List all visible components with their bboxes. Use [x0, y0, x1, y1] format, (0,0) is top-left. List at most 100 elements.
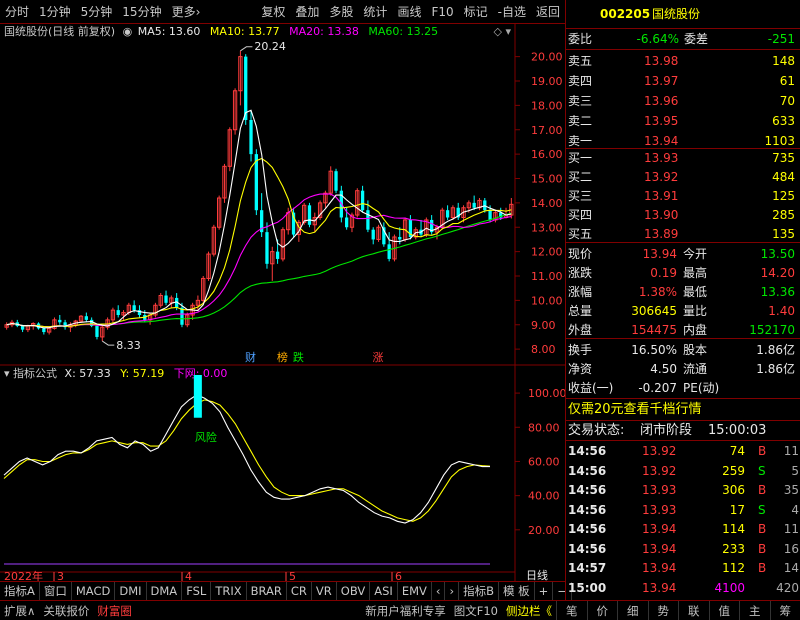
price-tick-label: 8.00: [531, 343, 556, 356]
buy-price[interactable]: 13.92: [644, 167, 678, 187]
event-marker-2[interactable]: 跌: [293, 350, 304, 364]
indicator-tab-5[interactable]: FSL: [182, 581, 212, 600]
candle-body: [95, 325, 99, 337]
stat-value: 13.94: [642, 247, 677, 261]
indicator-tab-0[interactable]: 指标A: [0, 581, 40, 600]
sell-price[interactable]: 13.97: [644, 71, 678, 91]
toolbar-right-2[interactable]: 多股: [324, 0, 358, 24]
promo-link[interactable]: 仅需20元查看千档行情: [568, 400, 702, 420]
status-right-1[interactable]: 图文F10: [450, 601, 502, 620]
indicator-tab-12[interactable]: EMV: [398, 581, 432, 600]
indicator-tab-9[interactable]: VR: [312, 581, 337, 600]
buy-price[interactable]: 13.91: [644, 186, 678, 206]
tick-row: 14:57 13.94 112 B 14: [566, 558, 800, 578]
tick-count: 420: [776, 580, 799, 595]
event-marker-1[interactable]: 榜: [277, 350, 288, 364]
status-left-2[interactable]: 财富圈: [93, 601, 136, 620]
tick-time: 14:57: [568, 561, 607, 575]
month-label: 6: [395, 570, 402, 581]
indicator-tab-15[interactable]: 指标B: [459, 581, 499, 600]
side-tab-1[interactable]: 价: [586, 600, 618, 620]
sell-row: 卖四 13.97 61: [566, 71, 800, 91]
fin-value: 1.86亿: [756, 362, 795, 376]
side-tab-4[interactable]: 联: [678, 600, 709, 620]
side-tab-5[interactable]: 值: [708, 600, 740, 620]
side-tab-7[interactable]: 筹: [769, 600, 800, 620]
indicator-tab-13[interactable]: ‹: [432, 581, 446, 600]
side-tab-2[interactable]: 细: [617, 600, 648, 620]
candle-body: [180, 307, 184, 325]
toolbar-right-7[interactable]: -自选: [493, 0, 531, 24]
event-marker-3[interactable]: 涨: [373, 351, 384, 364]
fin-row: 收益(一) -0.207 PE(动): [566, 378, 800, 398]
indicator-tabs: 指标A 窗口 MACD DMI DMA FSL TRIX BRAR CR VR OBV ASI EMV ‹…: [0, 581, 572, 600]
status-left-1[interactable]: 关联报价: [39, 601, 93, 620]
fin-value: 16.50%: [631, 343, 677, 357]
toolbar-right-0[interactable]: 复权: [256, 0, 290, 24]
webi-value: -6.64%: [636, 32, 679, 46]
fin-label: 流通: [683, 362, 708, 376]
webc-label: 委差: [684, 32, 709, 46]
indicator-tab-10[interactable]: OBV: [337, 581, 371, 600]
indicator-tab-16[interactable]: 模 板: [499, 581, 535, 600]
indicator-tab-7[interactable]: BRAR: [247, 581, 287, 600]
indicator-tab-14[interactable]: ›: [445, 581, 460, 600]
sell-price[interactable]: 13.95: [644, 111, 678, 131]
sell-volume: 633: [772, 114, 795, 128]
candle-body: [488, 210, 492, 220]
trade-status-row: 交易状态: 闭市阶段 15:00:03: [566, 421, 800, 441]
toolbar-left-2[interactable]: 5分钟: [76, 0, 118, 24]
tick-time: 15:00: [568, 580, 607, 595]
indicator-tab-3[interactable]: DMI: [115, 581, 147, 600]
sell-price[interactable]: 13.96: [644, 91, 678, 111]
toolbar-right-5[interactable]: F10: [426, 0, 458, 24]
indicator-tab-6[interactable]: TRIX: [211, 581, 247, 600]
tick-volume: 306: [722, 483, 745, 497]
tick-time: 14:56: [568, 444, 607, 458]
indicator-tab-1[interactable]: 窗口: [40, 581, 72, 600]
toolbar-right-8[interactable]: 返回: [531, 0, 565, 24]
candle-body: [84, 316, 88, 320]
status-right-0[interactable]: 新用户福利专享: [361, 601, 450, 620]
event-marker-0[interactable]: 财: [245, 350, 256, 364]
candle-body: [334, 171, 338, 191]
toolbar-left-3[interactable]: 15分钟: [117, 0, 166, 24]
tick-price: 13.93: [642, 483, 677, 497]
indicator-tab-2[interactable]: MACD: [72, 581, 116, 600]
indicator-tab-11[interactable]: ASI: [370, 581, 398, 600]
indicator-tab-8[interactable]: CR: [287, 581, 312, 600]
status-left-0[interactable]: 扩展∧: [0, 601, 39, 620]
period-label[interactable]: 日线: [526, 568, 548, 581]
sell-label: 卖四: [568, 74, 593, 88]
toolbar-right-1[interactable]: 叠加: [290, 0, 324, 24]
fin-label: PE(动): [683, 381, 720, 395]
toolbar-right-4[interactable]: 画线: [392, 0, 426, 24]
side-tab-0[interactable]: 笔: [556, 600, 587, 620]
toolbar-left-1[interactable]: 1分钟: [34, 0, 76, 24]
buy-price[interactable]: 13.93: [644, 148, 678, 168]
side-tab-3[interactable]: 势: [647, 600, 679, 620]
kline-chart[interactable]: 20.00 19.00 18.00 17.00 16.00 15.00 14.00 13.00…: [0, 24, 565, 581]
toolbar-left-0[interactable]: 分时: [0, 0, 34, 24]
stock-name: 国统股份: [652, 7, 701, 21]
month-label: 4: [185, 570, 192, 581]
toolbar-left-4[interactable]: 更多›: [167, 0, 206, 24]
stat-row: 总量 306645 量比 1.40: [566, 301, 800, 321]
buy-price[interactable]: 13.90: [644, 205, 678, 225]
candle-body: [472, 202, 476, 208]
buy-price[interactable]: 13.89: [644, 224, 678, 244]
sell-price[interactable]: 13.98: [644, 51, 678, 71]
tick-side: B: [758, 483, 767, 497]
side-tab-6[interactable]: 主: [739, 600, 770, 620]
stat-value: 306645: [631, 304, 677, 318]
indicator-tab-4[interactable]: DMA: [147, 581, 183, 600]
stat-value: 1.38%: [638, 285, 677, 299]
indicator-tab-17[interactable]: +: [535, 581, 554, 600]
tick-row: 14:56 13.93 17 S 4: [566, 500, 800, 520]
toolbar-right-3[interactable]: 统计: [358, 0, 392, 24]
tick-row: 14:56 13.93 306 B 35: [566, 480, 800, 500]
buy-label: 买四: [568, 208, 593, 222]
stat-label: 涨跌: [568, 266, 593, 280]
toolbar-right-6[interactable]: 标记: [459, 0, 493, 24]
status-right-2[interactable]: 侧边栏《: [502, 601, 556, 620]
